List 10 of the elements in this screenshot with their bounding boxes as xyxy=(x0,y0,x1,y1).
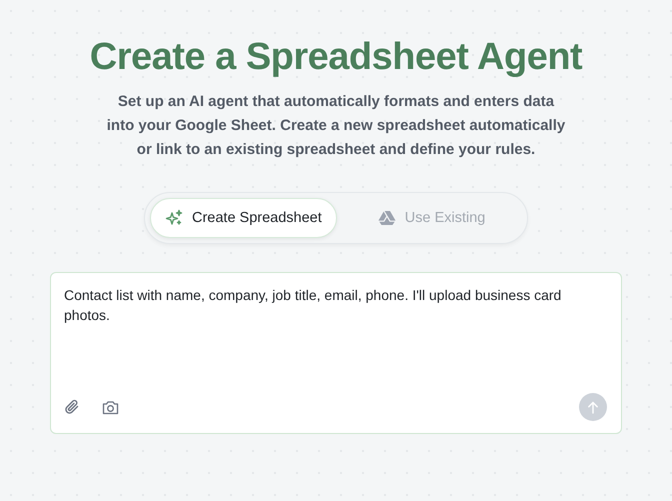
tab[interactable]: Create Spreadsheet xyxy=(150,198,337,238)
sparkle-icon xyxy=(165,209,183,227)
camera-icon[interactable] xyxy=(102,400,119,414)
arrow-up-icon xyxy=(587,400,599,414)
description: Set up an AI agent that automatically formats and enters data into your Google Sheet. Create a new spreadsheet automatically or link to an existing spreadsheet and define your rules. xyxy=(106,92,566,160)
triangle-icon xyxy=(378,210,396,226)
prompt-card[interactable]: Contact list with name, company, job title, email, phone. I'll upload business card photos. xyxy=(50,272,622,434)
paperclip-icon[interactable] xyxy=(64,399,80,415)
page-title: Create a Spreadsheet Agent xyxy=(90,35,582,80)
prompt-field[interactable]: Contact list with name, company, job title, email, phone. I'll upload business card photos. xyxy=(64,285,607,393)
